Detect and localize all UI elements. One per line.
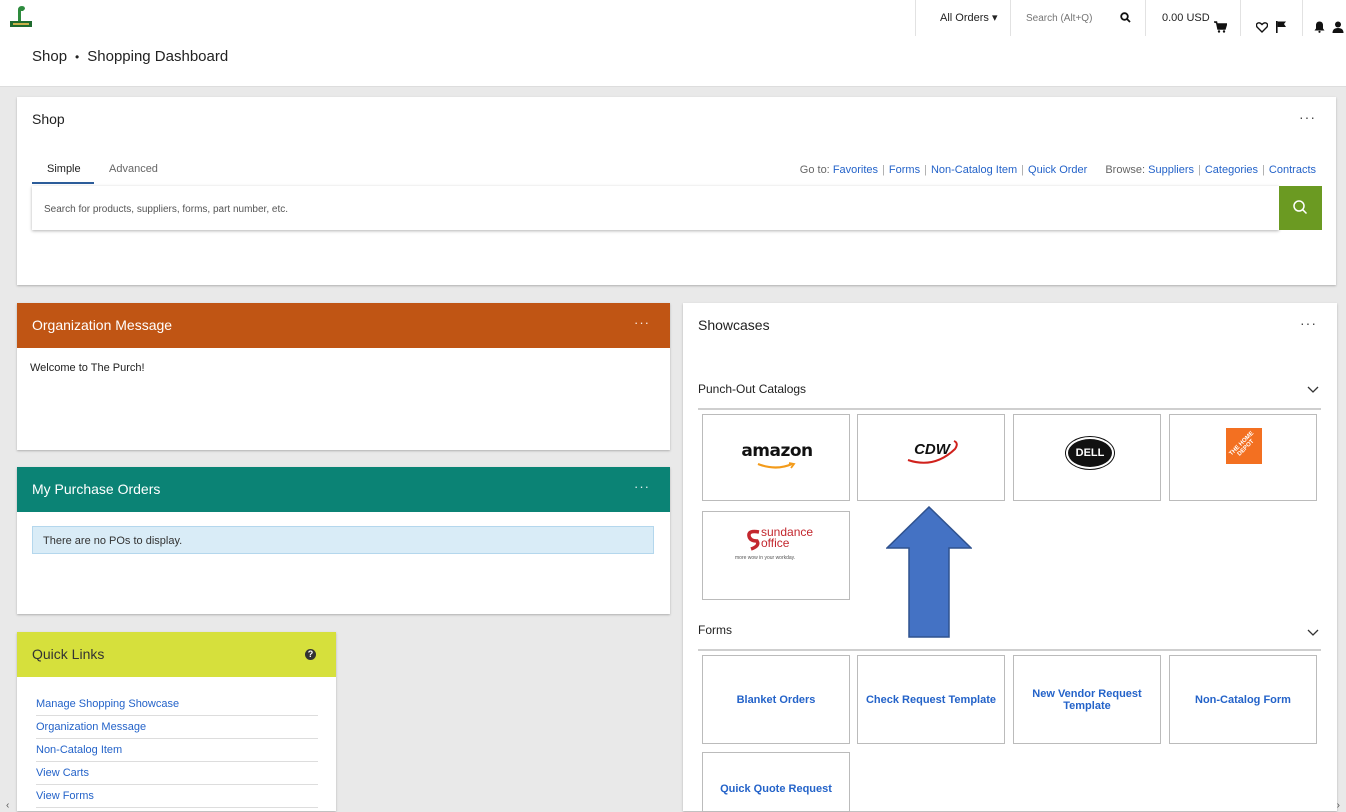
all-orders-dropdown[interactable]: All Orders ▾: [940, 0, 997, 36]
tab-advanced[interactable]: Advanced: [109, 163, 158, 175]
organization-message-body: Welcome to The Purch!: [30, 362, 145, 374]
purchase-orders-menu[interactable]: ···: [634, 479, 650, 494]
organization-message-header: Organization Message ···: [17, 303, 670, 348]
browse-label: Browse:: [1105, 164, 1146, 176]
sundance-logo-mark: [747, 529, 760, 551]
link-favorites[interactable]: Favorites: [833, 164, 878, 176]
link-contracts[interactable]: Contracts: [1269, 164, 1316, 176]
dell-logo: DELL: [1066, 437, 1114, 469]
link-forms[interactable]: Forms: [889, 164, 920, 176]
page-title: Shopping Dashboard: [87, 48, 229, 65]
quick-links-list: Manage Shopping Showcase Organization Me…: [36, 693, 318, 808]
link-categories[interactable]: Categories: [1205, 164, 1258, 176]
form-tile-quick-quote-request[interactable]: Quick Quote Request: [702, 752, 850, 812]
section-divider: [698, 408, 1321, 410]
shop-panel-title: Shop: [32, 111, 65, 127]
quick-link-view-carts[interactable]: View Carts: [36, 762, 318, 785]
cart-total[interactable]: 0.00 USD: [1162, 0, 1210, 36]
global-search-input[interactable]: [1024, 6, 1108, 32]
user-icon[interactable]: [1332, 12, 1344, 33]
quick-link-manage-shopping-showcase[interactable]: Manage Shopping Showcase: [36, 693, 318, 716]
purchase-orders-title: My Purchase Orders: [32, 481, 161, 497]
amazon-smile-icon: [757, 462, 796, 469]
product-search-input[interactable]: [42, 186, 1246, 232]
section-divider: [698, 649, 1321, 651]
forms-title: Forms: [698, 623, 732, 637]
tab-simple[interactable]: Simple: [47, 163, 81, 175]
quick-navigation-links: Go to: Favorites | Forms | Non-Catalog Item |…: [799, 164, 1316, 176]
cdw-swoosh-icon: [907, 440, 958, 464]
product-search-box: [32, 186, 1279, 232]
breadcrumb-row: Shop • Shopping Dashboard: [0, 36, 1346, 87]
form-tile-new-vendor-request-template[interactable]: New Vendor Request Template: [1013, 655, 1161, 744]
bell-icon[interactable]: [1314, 12, 1325, 33]
help-icon[interactable]: ?: [305, 649, 316, 660]
breadcrumb-shop[interactable]: Shop: [32, 48, 67, 65]
chevron-down-icon[interactable]: [1307, 383, 1319, 395]
catalog-tile-sundance-office[interactable]: sundance office more wow in your workday…: [702, 511, 850, 600]
search-icon: [1293, 200, 1308, 215]
purchase-orders-panel: My Purchase Orders ··· There are no POs …: [17, 467, 670, 614]
breadcrumb-separator: •: [75, 50, 80, 64]
quick-link-non-catalog-item[interactable]: Non-Catalog Item: [36, 739, 318, 762]
breadcrumb: Shop • Shopping Dashboard: [32, 48, 228, 65]
quick-links-panel: Quick Links ? Manage Shopping Showcase O…: [17, 632, 336, 811]
product-search-button[interactable]: [1279, 186, 1322, 230]
top-navigation-bar: All Orders ▾ 0.00 USD: [0, 0, 1346, 36]
search-icon[interactable]: [1120, 12, 1131, 24]
shop-panel-menu[interactable]: ···: [1299, 109, 1316, 125]
heart-icon[interactable]: [1255, 12, 1269, 33]
catalog-tile-cdw[interactable]: CDW: [857, 414, 1005, 501]
quick-links-header: Quick Links ?: [17, 632, 336, 677]
showcases-panel: Showcases ··· Punch-Out Catalogs amazon …: [683, 303, 1337, 812]
active-tab-indicator: [32, 182, 94, 184]
showcases-title: Showcases: [698, 317, 770, 333]
form-tile-blanket-orders[interactable]: Blanket Orders: [702, 655, 850, 744]
sundance-tagline: more wow in your workday.: [735, 555, 796, 561]
showcases-menu[interactable]: ···: [1300, 315, 1317, 331]
catalog-tile-dell[interactable]: DELL: [1013, 414, 1161, 501]
scroll-right-icon[interactable]: ›: [1337, 800, 1340, 811]
organization-message-menu[interactable]: ···: [634, 315, 650, 330]
organization-logo[interactable]: [10, 4, 32, 28]
flag-icon[interactable]: [1276, 12, 1287, 33]
form-tile-check-request-template[interactable]: Check Request Template: [857, 655, 1005, 744]
quick-links-title: Quick Links: [32, 646, 105, 662]
form-tile-non-catalog-form[interactable]: Non-Catalog Form: [1169, 655, 1317, 744]
purchase-orders-header: My Purchase Orders ···: [17, 467, 670, 512]
catalog-tile-amazon[interactable]: amazon: [702, 414, 850, 501]
organization-message-title: Organization Message: [32, 317, 173, 333]
chevron-down-icon[interactable]: [1307, 626, 1319, 638]
link-suppliers[interactable]: Suppliers: [1148, 164, 1194, 176]
organization-message-panel: Organization Message ··· Welcome to The …: [17, 303, 670, 450]
goto-label: Go to:: [799, 164, 830, 176]
link-non-catalog-item[interactable]: Non-Catalog Item: [931, 164, 1017, 176]
link-quick-order[interactable]: Quick Order: [1028, 164, 1087, 176]
amazon-logo: amazon: [741, 441, 813, 461]
home-depot-logo: THE HOME DEPOT: [1226, 428, 1262, 464]
scroll-left-icon[interactable]: ‹: [6, 800, 9, 811]
shop-panel: Shop ··· Simple Advanced Go to: Favorite…: [17, 97, 1336, 285]
punchout-catalogs-title: Punch-Out Catalogs: [698, 382, 807, 396]
catalog-tile-home-depot[interactable]: THE HOME DEPOT: [1169, 414, 1317, 501]
empty-po-message: There are no POs to display.: [32, 526, 654, 554]
sundance-office-logo: sundance office: [761, 525, 814, 550]
quick-link-view-forms[interactable]: View Forms: [36, 785, 318, 808]
cart-icon[interactable]: [1214, 12, 1228, 33]
home-depot-logo-text: THE HOME DEPOT: [1228, 430, 1256, 458]
quick-link-organization-message[interactable]: Organization Message: [36, 716, 318, 739]
annotation-arrow-up-icon: [886, 506, 972, 638]
